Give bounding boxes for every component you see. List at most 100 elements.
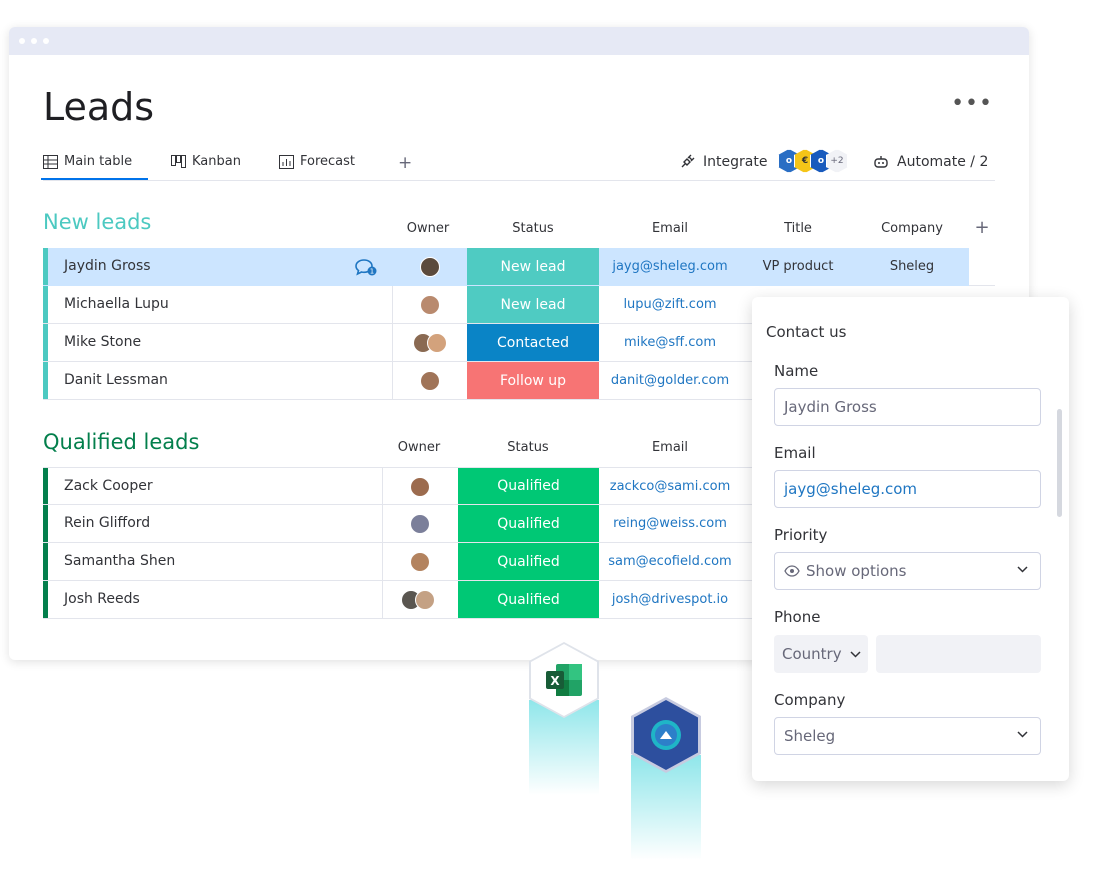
owner-avatar[interactable] (420, 257, 440, 277)
group-title-new-leads[interactable]: New leads (43, 210, 151, 234)
name-field[interactable]: Jaydin Gross (774, 388, 1041, 426)
company-value: Sheleg (784, 727, 836, 745)
window-dot (31, 38, 37, 44)
owner-avatar[interactable] (410, 477, 430, 497)
priority-label: Priority (774, 526, 828, 544)
lead-name[interactable]: Zack Cooper (64, 478, 153, 494)
window-titlebar (9, 27, 1029, 55)
priority-placeholder: Show options (806, 562, 907, 580)
group-color-bar (43, 362, 48, 399)
eye-icon (784, 565, 800, 577)
country-select[interactable]: Country (774, 635, 868, 673)
owner-avatar[interactable] (410, 514, 430, 534)
email-cell[interactable]: lupu@zift.com (599, 286, 741, 323)
tab-label: Forecast (300, 154, 356, 169)
lead-name[interactable]: Samantha Shen (64, 553, 175, 569)
lead-name[interactable]: Mike Stone (64, 334, 141, 350)
group-color-bar (43, 324, 48, 361)
robot-icon (874, 156, 888, 168)
tab-kanban[interactable]: Kanban (171, 154, 241, 169)
tab-forecast[interactable]: Forecast (279, 154, 355, 169)
integrate-button[interactable]: Integrate (679, 154, 767, 170)
tab-main-table[interactable]: Main table (40, 154, 149, 180)
status-cell[interactable]: New lead (467, 286, 599, 323)
column-header-owner[interactable]: Owner (392, 221, 464, 236)
phone-number-input[interactable] (876, 635, 1041, 673)
cell-divider (382, 581, 383, 618)
group-title-qualified-leads[interactable]: Qualified leads (43, 430, 199, 454)
more-options-button[interactable]: ••• (951, 93, 993, 115)
table-row[interactable]: Danit Lessman Follow up danit@golder.com (43, 362, 761, 400)
cell-divider (382, 505, 383, 542)
table-row[interactable]: Mike Stone Contacted mike@sff.com (43, 324, 761, 362)
lead-name[interactable]: Rein Glifford (64, 515, 150, 531)
owner-avatar[interactable] (427, 333, 447, 353)
status-cell[interactable]: Contacted (467, 324, 599, 361)
status-cell[interactable]: Qualified (458, 543, 599, 580)
email-cell[interactable]: jayg@sheleg.com (599, 248, 741, 285)
status-cell[interactable]: Qualified (458, 468, 599, 504)
lead-name[interactable]: Danit Lessman (64, 372, 168, 388)
title-cell[interactable]: VP product (741, 248, 855, 285)
cloud-hex-inner (634, 700, 698, 770)
table-row[interactable]: Zack Cooper Qualified zackco@sami.com (43, 467, 761, 505)
status-cell[interactable]: Follow up (467, 362, 599, 399)
owner-avatar[interactable] (415, 590, 435, 610)
add-view-button[interactable]: + (398, 153, 412, 173)
svg-text:X: X (550, 674, 560, 688)
view-toolbar: Main table Kanban Forecast + Integrate o… (40, 149, 995, 181)
tab-label: Kanban (192, 154, 241, 169)
panel-scrollbar[interactable] (1057, 409, 1062, 517)
cell-divider (392, 362, 393, 399)
excel-hex-inner: X (531, 644, 597, 716)
priority-select[interactable]: Show options (774, 552, 1041, 590)
lead-name[interactable]: Jaydin Gross (64, 258, 151, 274)
contact-form-panel: Contact us Name Jaydin Gross Email jayg@… (752, 297, 1069, 781)
column-header-title[interactable]: Title (741, 221, 855, 236)
owner-avatar[interactable] (410, 552, 430, 572)
column-header-status[interactable]: Status (458, 440, 598, 455)
column-header-status[interactable]: Status (467, 221, 599, 236)
table-row[interactable]: Jaydin Gross 1 New lead jayg@sheleg.com … (43, 248, 995, 286)
cell-divider (392, 324, 393, 361)
cloud-upload-icon (651, 720, 681, 750)
owner-avatar[interactable] (420, 371, 440, 391)
tab-label: Main table (64, 154, 133, 169)
window-dot (43, 38, 49, 44)
email-cell[interactable]: mike@sff.com (599, 324, 741, 361)
group-color-bar (43, 248, 48, 285)
form-title: Contact us (766, 323, 847, 341)
email-cell[interactable]: reing@weiss.com (599, 505, 741, 542)
table-icon (43, 154, 58, 169)
conversation-icon[interactable]: 1 (355, 258, 377, 276)
email-cell[interactable]: josh@drivespot.io (599, 581, 741, 618)
column-header-company[interactable]: Company (855, 221, 969, 236)
table-row[interactable]: Samantha Shen Qualified sam@ecofield.com (43, 543, 761, 581)
column-header-email[interactable]: Email (599, 440, 741, 455)
add-column-button[interactable]: + (969, 217, 995, 238)
integration-icons[interactable]: o € o +2 (778, 149, 848, 173)
column-header-email[interactable]: Email (599, 221, 741, 236)
table-row[interactable]: Michaella Lupu New lead lupu@zift.com (43, 286, 761, 324)
status-cell[interactable]: New lead (467, 248, 599, 285)
cell-divider (382, 543, 383, 580)
lead-name[interactable]: Josh Reeds (64, 591, 140, 607)
status-cell[interactable]: Qualified (458, 581, 599, 618)
chart-icon (279, 154, 294, 169)
email-cell[interactable]: danit@golder.com (599, 362, 741, 399)
group-color-bar (43, 286, 48, 323)
lead-name[interactable]: Michaella Lupu (64, 296, 169, 312)
company-cell[interactable]: Sheleg (855, 248, 969, 285)
email-field[interactable]: jayg@sheleg.com (774, 470, 1041, 508)
email-cell[interactable]: sam@ecofield.com (599, 543, 741, 580)
company-label: Company (774, 691, 846, 709)
column-header-owner[interactable]: Owner (383, 440, 455, 455)
automate-button[interactable]: Automate / 2 (873, 154, 988, 170)
email-label: Email (774, 444, 816, 462)
table-row[interactable]: Rein Glifford Qualified reing@weiss.com (43, 505, 761, 543)
table-row[interactable]: Josh Reeds Qualified josh@drivespot.io (43, 581, 761, 619)
owner-avatar[interactable] (420, 295, 440, 315)
email-cell[interactable]: zackco@sami.com (599, 468, 741, 504)
status-cell[interactable]: Qualified (458, 505, 599, 542)
company-select[interactable]: Sheleg (774, 717, 1041, 755)
